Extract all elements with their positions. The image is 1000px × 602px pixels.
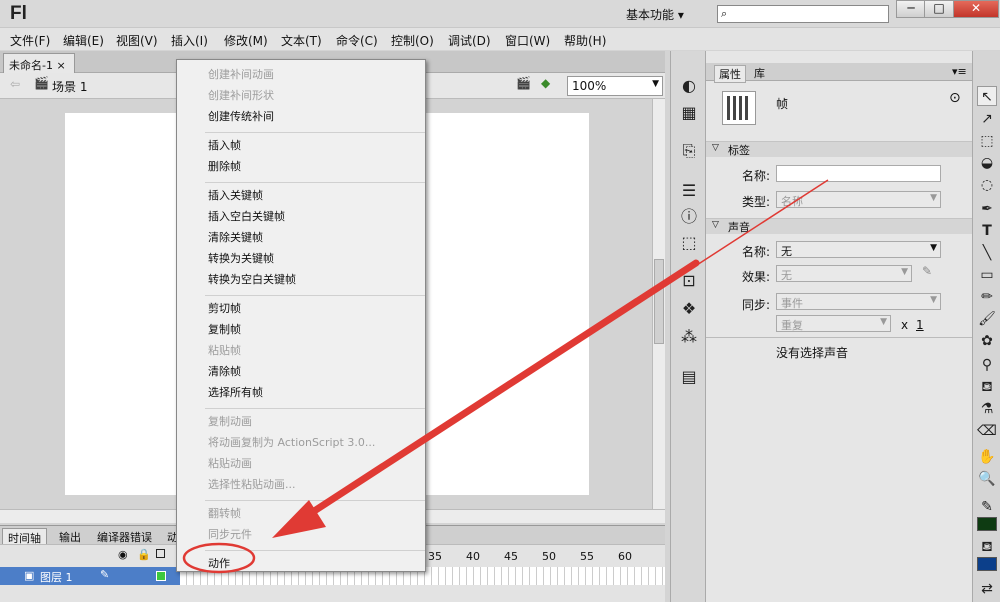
annotation-arrow-shaft xyxy=(301,259,700,521)
annotation-overlay xyxy=(182,179,829,574)
annotation-circle xyxy=(182,542,256,574)
